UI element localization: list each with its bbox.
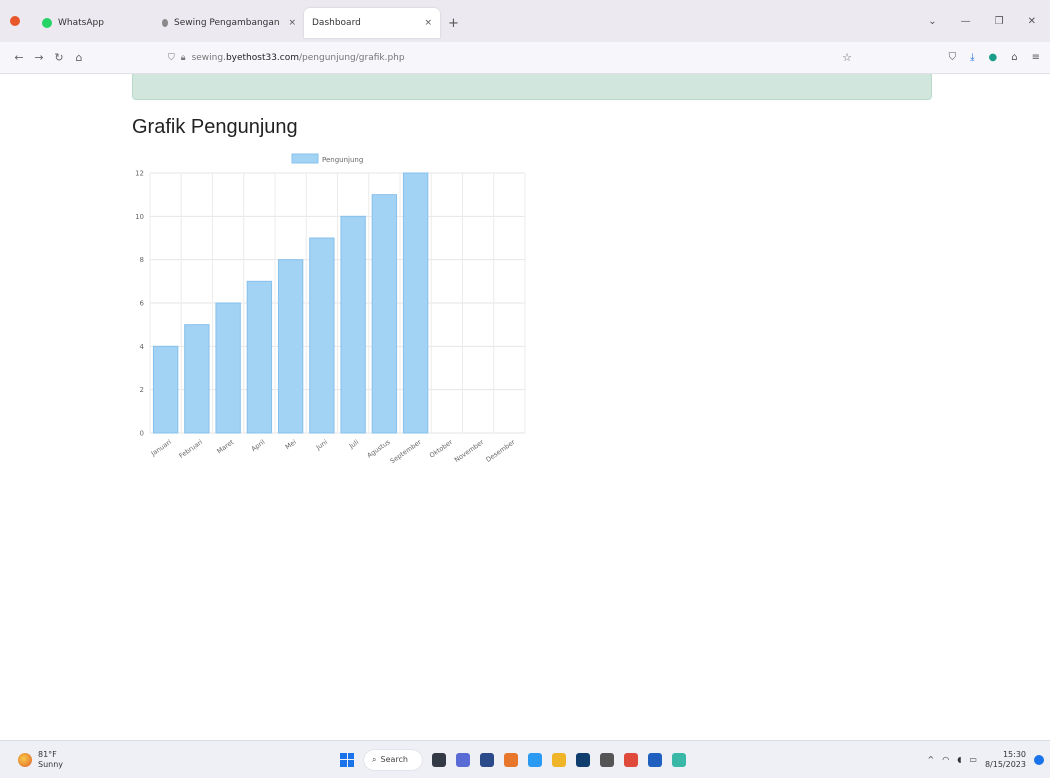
search-label: Search (380, 755, 408, 764)
forward-icon[interactable]: → (30, 51, 48, 64)
page-title: Grafik Pengunjung (132, 116, 298, 138)
tab-dashboard[interactable]: Dashboard × (304, 8, 440, 38)
x-tick-label: September (389, 438, 423, 465)
clock[interactable]: 15:30 8/15/2023 (985, 750, 1026, 770)
chevron-up-icon[interactable]: ^ (928, 755, 935, 764)
visitor-bar-chart: Pengunjung 0 2 4 6 8 10 12 Januari Februari Mare… (135, 153, 526, 465)
tab-label: WhatsApp (58, 18, 104, 28)
weather-widget[interactable]: 81°F Sunny (0, 750, 340, 770)
taskbar-app-icon[interactable] (456, 752, 470, 767)
taskbar-app-icon[interactable] (576, 752, 590, 767)
x-tick-label: Januari (149, 438, 173, 458)
taskbar-app-icon[interactable] (528, 752, 542, 767)
taskbar-app-icon[interactable] (480, 752, 494, 767)
y-tick-label: 2 (140, 386, 144, 394)
bar-juli (340, 215, 366, 434)
minimize-icon[interactable]: — (961, 16, 971, 27)
bar-september (402, 172, 429, 434)
shield-icon[interactable]: ⛉ (949, 52, 957, 63)
y-tick-label: 8 (140, 256, 144, 264)
x-tick-label: Juni (314, 438, 329, 452)
taskbar-app-icon[interactable] (432, 752, 446, 767)
y-tick-label: 10 (135, 213, 144, 221)
y-tick-label: 6 (140, 300, 145, 308)
taskbar-app-icon[interactable] (648, 752, 662, 767)
bar-agustus (371, 194, 398, 434)
taskbar-app-icon[interactable] (600, 752, 614, 767)
bar-juni (309, 237, 335, 434)
wifi-icon[interactable]: ◠ (942, 755, 949, 764)
home-icon[interactable]: ⌂ (70, 51, 88, 64)
system-tray: ^ ◠ ◖ ▭ 15:30 8/15/2023 (928, 750, 1050, 770)
browser-tab-bar: WhatsApp Sewing Pengambangan Situs Ac × … (0, 0, 1050, 42)
browser-nav-bar: ← → ↻ ⌂ ⛉ 🔒︎ sewing.byethost33.com/pengu… (0, 42, 1050, 74)
bar-mei (277, 259, 304, 434)
taskbar-app-icon[interactable] (552, 752, 566, 767)
search-icon: ⌕ (372, 754, 377, 764)
windows-start-icon[interactable] (340, 752, 354, 767)
taskbar: 81°F Sunny ⌕ Search ^ ◠ ◖ ▭ 15:30 8/15/2… (0, 740, 1050, 778)
site-icon (162, 19, 168, 27)
alert-banner (132, 74, 932, 100)
download-icon[interactable]: ⤓ (970, 52, 974, 63)
shield-icon[interactable]: ⛉ (168, 53, 175, 63)
reload-icon[interactable]: ↻ (50, 51, 68, 64)
x-tick-label: April (250, 438, 267, 453)
x-tick-label: Maret (215, 438, 235, 456)
maximize-icon[interactable]: ❐ (995, 16, 1004, 27)
browser-logo-icon[interactable] (10, 16, 20, 26)
tab-sewing[interactable]: Sewing Pengambangan Situs Ac × (154, 8, 304, 38)
bar-maret (215, 302, 241, 434)
back-icon[interactable]: ← (10, 51, 28, 64)
tab-list-icon[interactable]: ⌄ (928, 16, 936, 27)
sun-icon (18, 752, 32, 767)
address-bar[interactable]: ⛉ 🔒︎ sewing.byethost33.com/pengunjung/gr… (160, 47, 860, 69)
toolbar-icons: ⛉ ⤓ ● ⌂ ≡ (949, 52, 1050, 63)
y-tick-label: 4 (140, 343, 145, 351)
y-tick-label: 0 (140, 430, 144, 438)
weather-temp: 81°F (38, 749, 57, 759)
close-tab-icon[interactable]: × (288, 18, 296, 28)
x-tick-label: Desember (484, 438, 516, 464)
new-tab-button[interactable]: + (448, 16, 459, 31)
x-tick-label: Mei (284, 438, 298, 451)
bar-januari (152, 345, 179, 434)
window-controls: ⌄ — ❐ ✕ (928, 16, 1050, 27)
close-tab-icon[interactable]: × (424, 18, 432, 28)
weather-desc: Sunny (38, 759, 64, 769)
taskbar-app-icon[interactable] (504, 752, 518, 767)
taskbar-app-icon[interactable] (624, 752, 638, 767)
lock-icon[interactable]: 🔒︎ (181, 53, 186, 63)
extension-icon[interactable]: ● (989, 52, 998, 63)
x-tick-label: November (453, 438, 486, 464)
x-tick-label: Februari (178, 438, 205, 460)
y-tick-label: 12 (135, 170, 144, 178)
tab-label: Sewing Pengambangan Situs Ac (174, 18, 282, 28)
x-tick-label: Juli (347, 438, 360, 451)
taskbar-apps: ⌕ Search (340, 749, 686, 770)
bookmark-star-icon[interactable]: ☆ (842, 51, 852, 64)
tab-label: Dashboard (312, 18, 361, 28)
notification-icon[interactable] (1034, 754, 1044, 765)
legend-swatch (291, 153, 319, 164)
tab-whatsapp[interactable]: WhatsApp (34, 8, 154, 38)
legend-label: Pengunjung (322, 156, 363, 164)
bar-februari (184, 324, 210, 434)
url-text: sewing.byethost33.com/pengunjung/grafik.… (191, 52, 405, 63)
account-icon[interactable]: ⌂ (1011, 52, 1017, 63)
close-window-icon[interactable]: ✕ (1028, 16, 1036, 27)
x-tick-label: Oktober (428, 438, 454, 460)
x-tick-label: Agustus (366, 438, 392, 460)
whatsapp-icon (42, 18, 52, 28)
battery-icon[interactable]: ▭ (969, 755, 977, 764)
volume-icon[interactable]: ◖ (957, 755, 961, 764)
taskbar-app-icon[interactable] (672, 752, 686, 767)
bar-april (246, 280, 273, 434)
menu-icon[interactable]: ≡ (1032, 52, 1040, 63)
page-content: Grafik Pengunjung Pengunjung 0 2 4 6 8 10 12 J… (0, 74, 1050, 740)
taskbar-search[interactable]: ⌕ Search (364, 749, 422, 770)
